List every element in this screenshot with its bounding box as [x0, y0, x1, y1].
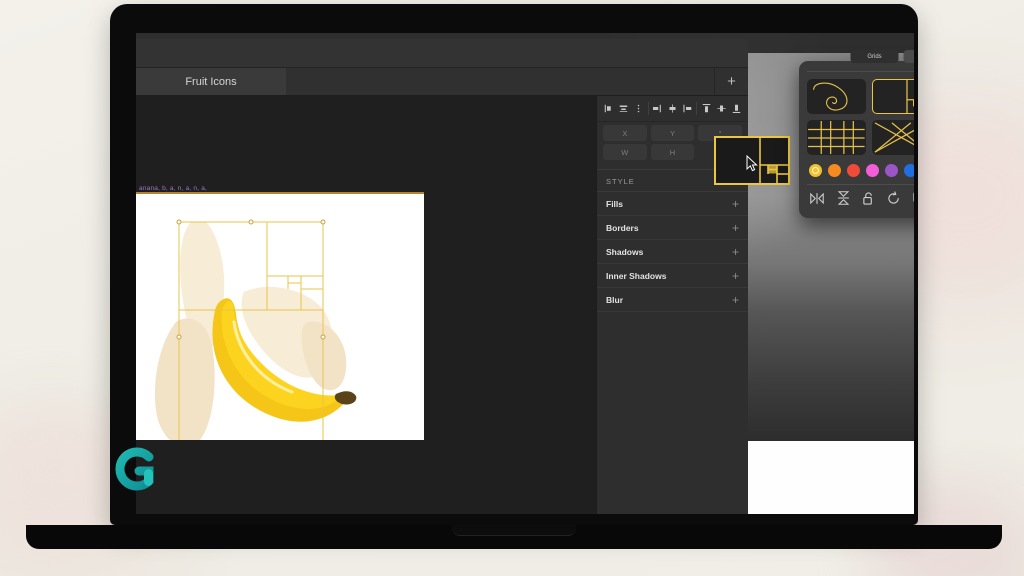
palette-tab-guides[interactable]: Guides — [903, 50, 914, 63]
swatch-blue[interactable] — [904, 164, 914, 177]
style-row-borders[interactable]: Borders + — [597, 216, 748, 240]
x-field-label: X — [622, 128, 628, 138]
style-row-label: Inner Shadows — [606, 270, 667, 281]
alignment-toolbar — [597, 96, 748, 122]
laptop-trackpad-notch — [452, 525, 576, 536]
selection-handle[interactable] — [176, 219, 182, 225]
align-middle-horizontal-icon[interactable] — [666, 100, 680, 118]
y-field[interactable]: Y — [650, 125, 695, 141]
flip-horizontal-icon[interactable] — [809, 192, 825, 210]
style-row-label: Fills — [606, 198, 624, 209]
tabbar-spacer — [286, 68, 714, 95]
style-row-label: Blur — [606, 294, 623, 305]
style-row-label: Shadows — [606, 246, 644, 257]
golden-spiral-icon — [813, 82, 848, 111]
new-tab-button[interactable]: + — [714, 68, 748, 95]
toolbar-divider — [647, 102, 649, 115]
add-shadow-icon[interactable]: + — [732, 246, 739, 258]
align-bottom-icon[interactable] — [729, 100, 743, 118]
preset-golden-ratio-rectangles[interactable] — [871, 79, 914, 114]
tab-label: Fruit Icons — [185, 75, 237, 88]
flip-vertical-icon[interactable] — [837, 190, 850, 211]
plus-icon: + — [727, 73, 736, 90]
style-row-label: Borders — [606, 222, 639, 233]
width-field[interactable]: W — [603, 144, 647, 160]
golden-ratio-overlay — [178, 221, 324, 440]
y-field-label: Y — [669, 128, 676, 138]
align-left-edge-icon[interactable] — [651, 100, 665, 118]
preset-diagonal-cross[interactable] — [871, 120, 914, 155]
selection-handle[interactable] — [248, 219, 254, 225]
x-field[interactable]: X — [603, 125, 647, 141]
add-inner-shadow-icon[interactable]: + — [732, 270, 739, 282]
laptop-screen: Fruit Icons + anana, b, a, n, a, n, a, X… — [136, 33, 914, 514]
style-row-inner-shadows[interactable]: Inner Shadows + — [597, 264, 748, 288]
align-left-icon[interactable] — [602, 100, 616, 118]
palette-tab-label: Grids — [867, 53, 882, 60]
grid-overlay-palette: Grids Guides — [799, 50, 914, 218]
style-row-blur[interactable]: Blur + — [597, 288, 748, 312]
color-swatch-row — [809, 164, 914, 177]
swatch-red[interactable] — [847, 164, 860, 177]
align-center-horizontal-icon[interactable] — [617, 100, 631, 118]
sketch-app-window: Fruit Icons + anana, b, a, n, a, n, a, X… — [136, 39, 748, 514]
grid-lines-icon — [808, 121, 865, 154]
width-field-label: W — [621, 147, 629, 157]
artboard-content — [136, 194, 424, 440]
rotate-icon[interactable] — [887, 190, 901, 211]
golden-ratio-rectangles-icon — [906, 80, 914, 113]
preset-grid-lines[interactable] — [807, 120, 866, 155]
display-icon[interactable] — [913, 191, 914, 210]
add-fill-icon[interactable]: + — [732, 198, 739, 210]
style-row-shadows[interactable]: Shadows + — [597, 240, 748, 264]
diagonal-cross-icon — [874, 122, 914, 153]
swatch-orange[interactable] — [828, 164, 841, 177]
app-body: anana, b, a, n, a, n, a, X Y ° W H STYLE… — [136, 96, 748, 514]
unlock-icon[interactable] — [862, 191, 875, 211]
palette-tab-grids[interactable]: Grids — [850, 50, 899, 63]
brand-watermark — [108, 441, 164, 497]
preset-golden-spiral[interactable] — [807, 79, 866, 114]
arrow-cursor — [746, 154, 758, 177]
palette-divider — [807, 71, 914, 72]
align-right-edge-icon[interactable] — [680, 100, 694, 118]
artboard[interactable] — [136, 192, 424, 440]
app-tabbar: Fruit Icons + — [136, 68, 748, 96]
palette-tabs: Grids Guides — [850, 50, 914, 63]
app-titlebar — [136, 39, 748, 68]
add-border-icon[interactable]: + — [732, 222, 739, 234]
height-field-label: H — [669, 147, 676, 157]
selection-handle[interactable] — [320, 334, 326, 340]
grid-preset-list — [807, 79, 914, 155]
laptop-device: Fruit Icons + anana, b, a, n, a, n, a, X… — [26, 4, 1002, 549]
style-row-fills[interactable]: Fills + — [597, 192, 748, 216]
swatch-purple[interactable] — [885, 164, 898, 177]
palette-toolbar — [807, 184, 914, 214]
toolbar-divider — [696, 102, 698, 115]
distribute-horizontal-icon[interactable] — [632, 100, 646, 118]
canvas-area[interactable]: anana, b, a, n, a, n, a, — [136, 96, 596, 514]
layer-path-label: anana, b, a, n, a, n, a, — [139, 185, 208, 192]
selection-handle[interactable] — [320, 219, 326, 225]
add-blur-icon[interactable]: + — [732, 294, 739, 306]
swatch-pink[interactable] — [866, 164, 879, 177]
swatch-yellow[interactable] — [809, 164, 822, 177]
align-middle-vertical-icon[interactable] — [714, 100, 728, 118]
selection-handle[interactable] — [176, 334, 182, 340]
tab-fruit-icons[interactable]: Fruit Icons — [136, 68, 286, 95]
align-top-icon[interactable] — [699, 100, 713, 118]
height-field[interactable]: H — [650, 144, 695, 160]
